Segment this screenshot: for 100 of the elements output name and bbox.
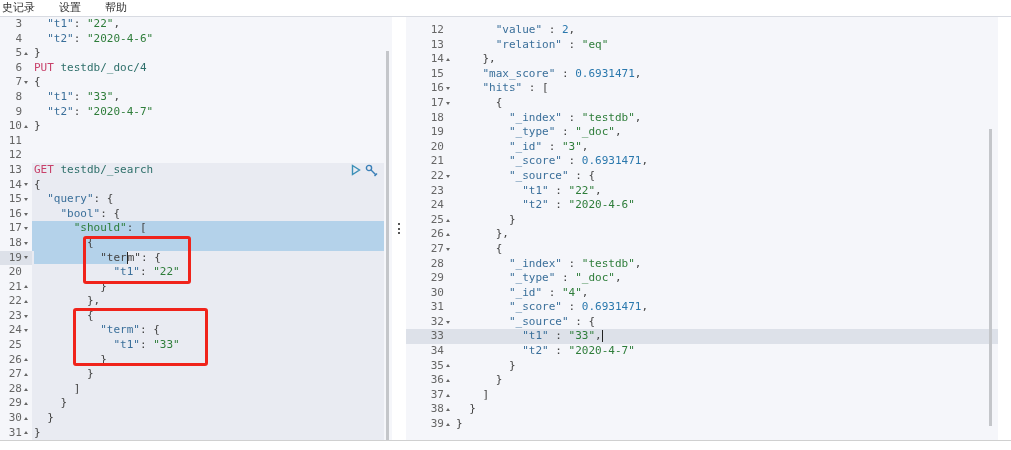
line-number: 5: [15, 46, 22, 61]
fold-icon[interactable]: [24, 183, 28, 187]
fold-icon[interactable]: [446, 393, 450, 397]
line-number: 32: [430, 314, 444, 330]
fold-icon[interactable]: [24, 81, 28, 85]
code-line: "term": {: [34, 250, 161, 266]
line-number: 4: [15, 31, 22, 47]
code-line: },: [85, 294, 101, 309]
line-number: 19: [8, 250, 22, 266]
code-line: "_index" : "testdb",: [508, 256, 642, 272]
line-number: 27: [8, 367, 22, 382]
code-line: "t1": "33",: [46, 89, 121, 105]
line-number: 24: [8, 323, 22, 339]
fold-icon[interactable]: [446, 247, 450, 251]
menu-item[interactable]: 帮助: [105, 1, 127, 15]
code-line: "_source" : {: [508, 314, 596, 330]
line-number: 7: [15, 75, 22, 90]
code-line: "_type" : "_doc",: [508, 271, 622, 286]
line-number: 39: [430, 417, 444, 432]
fold-icon[interactable]: [24, 402, 28, 406]
wrench-icon[interactable]: [365, 163, 378, 177]
line-number: 27: [430, 241, 444, 257]
line-number: 37: [430, 387, 444, 403]
scrollbar[interactable]: [386, 51, 389, 440]
fold-icon[interactable]: [446, 87, 450, 91]
line-number: 21: [430, 154, 444, 169]
fold-icon[interactable]: [24, 358, 28, 362]
line-number: 14: [8, 177, 22, 193]
fold-icon[interactable]: [446, 101, 450, 105]
fold-icon[interactable]: [24, 387, 28, 391]
code-line: "hits" : [: [481, 81, 549, 96]
fold-icon[interactable]: [446, 320, 450, 324]
fold-icon[interactable]: [24, 227, 28, 231]
line-number: 13: [8, 162, 22, 178]
fold-icon[interactable]: [446, 364, 450, 368]
code-line: }: [46, 411, 54, 426]
line-number: 28: [430, 256, 444, 272]
play-icon[interactable]: [351, 163, 361, 176]
fold-icon[interactable]: [446, 218, 450, 222]
fold-icon[interactable]: [446, 379, 450, 383]
fold-icon[interactable]: [24, 373, 28, 377]
line-number: 12: [8, 148, 22, 163]
line-number: 33: [430, 329, 444, 345]
code-line: "_type" : "_doc",: [508, 125, 622, 140]
code-line: "t1" : "22",: [521, 183, 602, 199]
code-line: {: [34, 177, 41, 193]
line-number: 14: [430, 52, 444, 67]
code-line: "t1": "33": [112, 338, 180, 353]
line-number: 34: [430, 344, 444, 359]
fold-icon[interactable]: [24, 124, 28, 128]
menu-item[interactable]: 史记录: [2, 1, 35, 15]
fold-icon[interactable]: [24, 256, 28, 260]
line-number: 8: [15, 89, 22, 105]
code-line: "term": {: [99, 323, 160, 339]
drag-handle-icon[interactable]: [398, 223, 400, 234]
line-number: 13: [430, 37, 444, 53]
line-number: 12: [430, 23, 444, 38]
fold-icon[interactable]: [24, 52, 28, 55]
line-number: 11: [8, 133, 22, 149]
fold-icon[interactable]: [24, 212, 28, 216]
line-number: 25: [430, 212, 444, 228]
menu-item[interactable]: 设置: [59, 1, 81, 15]
fold-icon[interactable]: [24, 314, 28, 318]
line-number: 17: [430, 95, 444, 111]
line-number: 24: [430, 198, 444, 213]
line-number: 23: [8, 308, 22, 324]
code-line: "t2": "2020-4-6": [46, 31, 154, 47]
code-line: }: [494, 373, 503, 388]
fold-icon[interactable]: [24, 416, 28, 420]
code-line: }: [34, 119, 41, 134]
line-number: 28: [8, 381, 22, 397]
fold-icon[interactable]: [24, 300, 28, 304]
code-line: "t1" : "33",: [521, 329, 603, 345]
line-number: 29: [430, 271, 444, 286]
code-line: },: [494, 227, 509, 242]
line-number: 17: [8, 221, 22, 236]
fold-icon[interactable]: [24, 285, 28, 289]
fold-icon[interactable]: [446, 408, 450, 412]
line-number: 29: [8, 396, 22, 412]
fold-icon[interactable]: [446, 174, 450, 178]
code-line: GET testdb/_search: [34, 162, 154, 178]
code-line: {: [85, 308, 94, 324]
code-line: "_id" : "3",: [508, 139, 589, 155]
code-line: "_source" : {: [508, 168, 596, 184]
code-line: "t2" : "2020-4-6": [521, 198, 635, 213]
code-line: "relation" : "eq": [494, 37, 609, 53]
fold-icon[interactable]: [24, 241, 28, 245]
code-line: },: [481, 52, 496, 67]
code-line: "bool": {: [59, 206, 121, 222]
fold-icon[interactable]: [24, 197, 28, 201]
line-number: 36: [430, 373, 444, 388]
code-line: }: [85, 367, 94, 382]
fold-icon[interactable]: [24, 431, 28, 435]
scrollbar[interactable]: [989, 129, 992, 426]
fold-icon[interactable]: [446, 422, 450, 426]
fold-icon[interactable]: [446, 58, 450, 61]
line-number: 30: [8, 411, 22, 426]
code-line: }: [59, 396, 68, 412]
fold-icon[interactable]: [24, 329, 28, 333]
fold-icon[interactable]: [446, 233, 450, 237]
